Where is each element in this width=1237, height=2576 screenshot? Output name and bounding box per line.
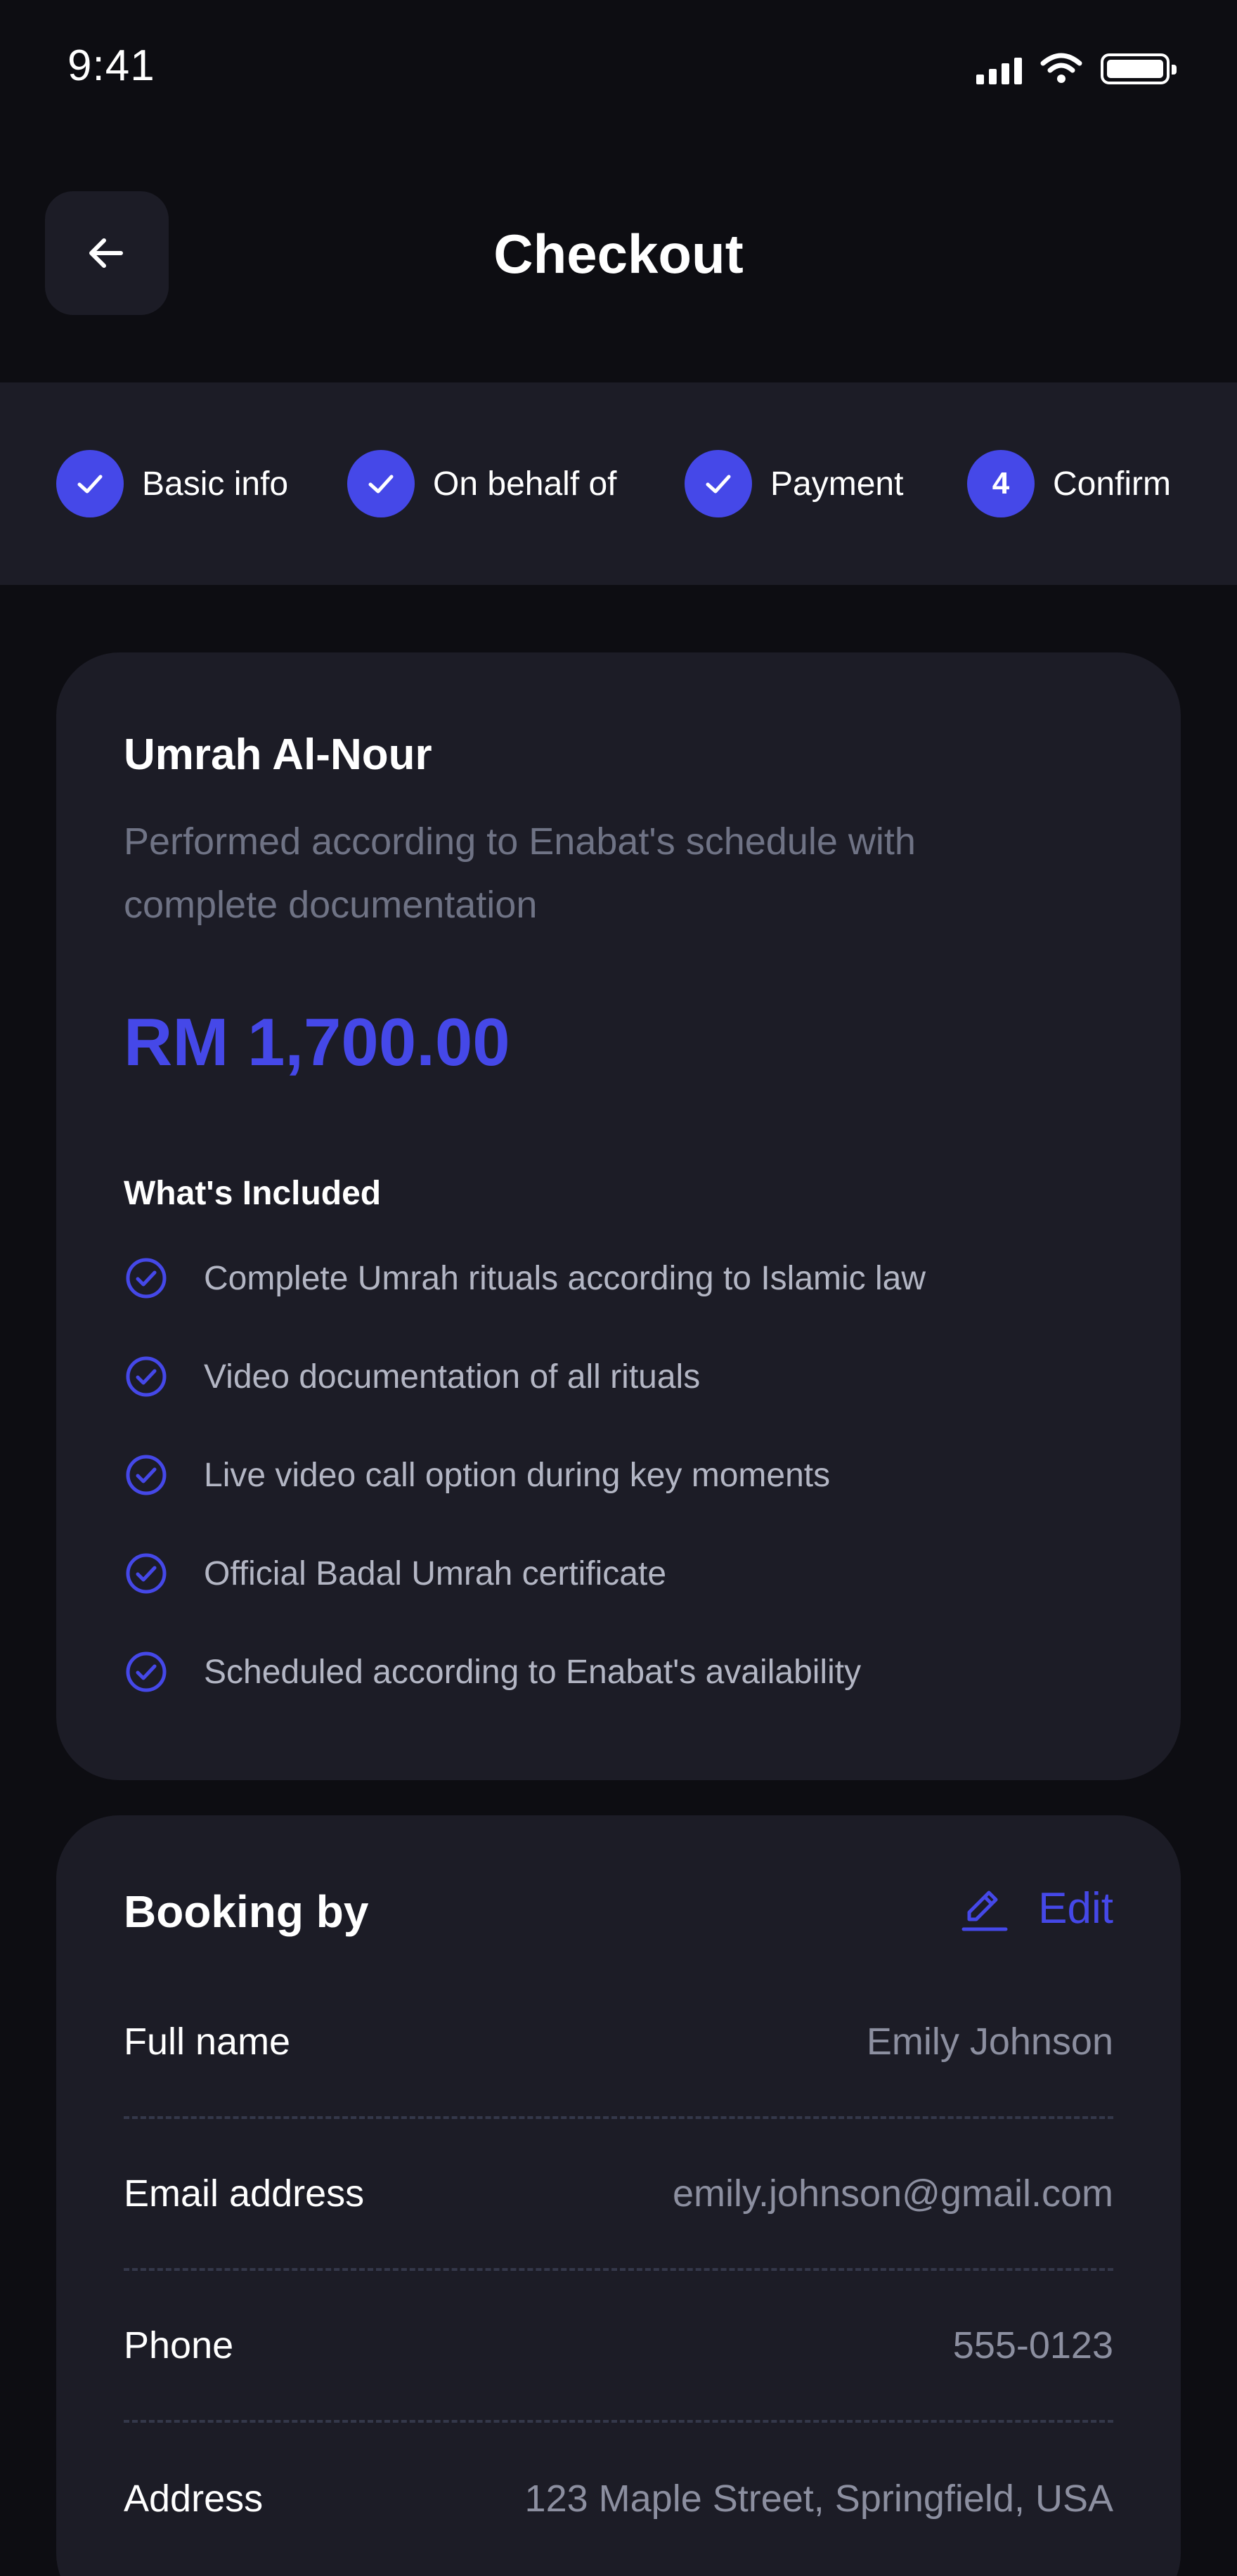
pencil-icon — [961, 1891, 1008, 1931]
info-value: 555-0123 — [952, 2324, 1113, 2366]
included-heading: What's Included — [124, 1175, 382, 1212]
step-label: Payment — [770, 465, 904, 503]
check-circle-icon — [126, 1455, 167, 1495]
info-row-full-name: Full name Emily Johnson — [124, 1967, 1113, 2119]
step-label: Confirm — [1053, 465, 1172, 503]
list-item: Live video call option during key moment… — [124, 1426, 926, 1524]
info-label: Phone — [124, 2324, 234, 2366]
package-price: RM 1,700.00 — [124, 1005, 510, 1080]
info-value: Emily Johnson — [866, 2021, 1113, 2063]
check-circle-icon — [126, 1258, 167, 1299]
status-time: 9:41 — [67, 41, 155, 90]
package-title: Umrah Al-Nour — [124, 730, 432, 779]
info-label: Full name — [124, 2021, 291, 2063]
list-item: Video documentation of all rituals — [124, 1327, 926, 1426]
package-card: Umrah Al-Nour Performed according to Ena… — [56, 652, 1181, 1780]
info-row-email: Email address emily.johnson@gmail.com — [124, 2119, 1113, 2271]
package-description: Performed according to Enabat's schedule… — [124, 820, 916, 926]
list-item: Official Badal Umrah certificate — [124, 1524, 926, 1623]
step-payment[interactable]: Payment — [685, 382, 903, 585]
included-item-text: Official Badal Umrah certificate — [204, 1554, 667, 1592]
checkout-screen: 9:41 Checkout Basic info On behalf of Pa… — [0, 0, 1237, 2576]
step-label: On behalf of — [433, 465, 617, 503]
list-item: Scheduled according to Enabat's availabi… — [124, 1623, 926, 1721]
check-circle-icon — [126, 1356, 167, 1397]
check-icon — [368, 475, 394, 494]
header: Checkout — [0, 191, 1237, 315]
check-circle-icon — [126, 1651, 167, 1692]
status-icons — [976, 49, 1177, 84]
step-confirm[interactable]: 4 Confirm — [967, 382, 1171, 585]
info-row-address: Address 123 Maple Street, Springfield, U… — [124, 2423, 1113, 2575]
step-on-behalf-of[interactable]: On behalf of — [347, 382, 617, 585]
included-list: Complete Umrah rituals according to Isla… — [124, 1229, 926, 1721]
step-complete-indicator — [685, 450, 752, 517]
checkout-stepper: Basic info On behalf of Payment 4 Confir… — [0, 382, 1237, 585]
included-item-text: Scheduled according to Enabat's availabi… — [204, 1653, 862, 1691]
step-label: Basic info — [142, 465, 289, 503]
check-icon — [706, 475, 731, 494]
info-label: Address — [124, 2478, 264, 2520]
step-complete-indicator — [347, 450, 415, 517]
battery-icon — [1101, 53, 1177, 84]
check-icon — [77, 475, 103, 494]
page-title: Checkout — [493, 223, 744, 285]
edit-label: Edit — [1038, 1883, 1113, 1933]
included-item-text: Live video call option during key moment… — [204, 1456, 831, 1494]
included-item-text: Complete Umrah rituals according to Isla… — [204, 1259, 926, 1297]
booking-card: Booking by Edit Full name Emily Johnson … — [56, 1815, 1181, 2576]
cellular-signal-icon — [976, 56, 1022, 84]
info-row-phone: Phone 555-0123 — [124, 2271, 1113, 2423]
status-bar: 9:41 — [0, 0, 1237, 134]
step-basic-info[interactable]: Basic info — [56, 382, 288, 585]
booking-title: Booking by — [124, 1886, 369, 1937]
info-label: Email address — [124, 2172, 365, 2215]
list-item: Complete Umrah rituals according to Isla… — [124, 1229, 926, 1327]
included-item-text: Video documentation of all rituals — [204, 1358, 701, 1396]
info-value: 123 Maple Street, Springfield, USA — [524, 2478, 1113, 2520]
step-number-indicator: 4 — [967, 450, 1035, 517]
edit-button[interactable]: Edit — [959, 1883, 1113, 1933]
wifi-icon — [1040, 53, 1082, 83]
info-value: emily.johnson@gmail.com — [672, 2172, 1113, 2215]
step-complete-indicator — [56, 450, 124, 517]
check-circle-icon — [126, 1553, 167, 1594]
